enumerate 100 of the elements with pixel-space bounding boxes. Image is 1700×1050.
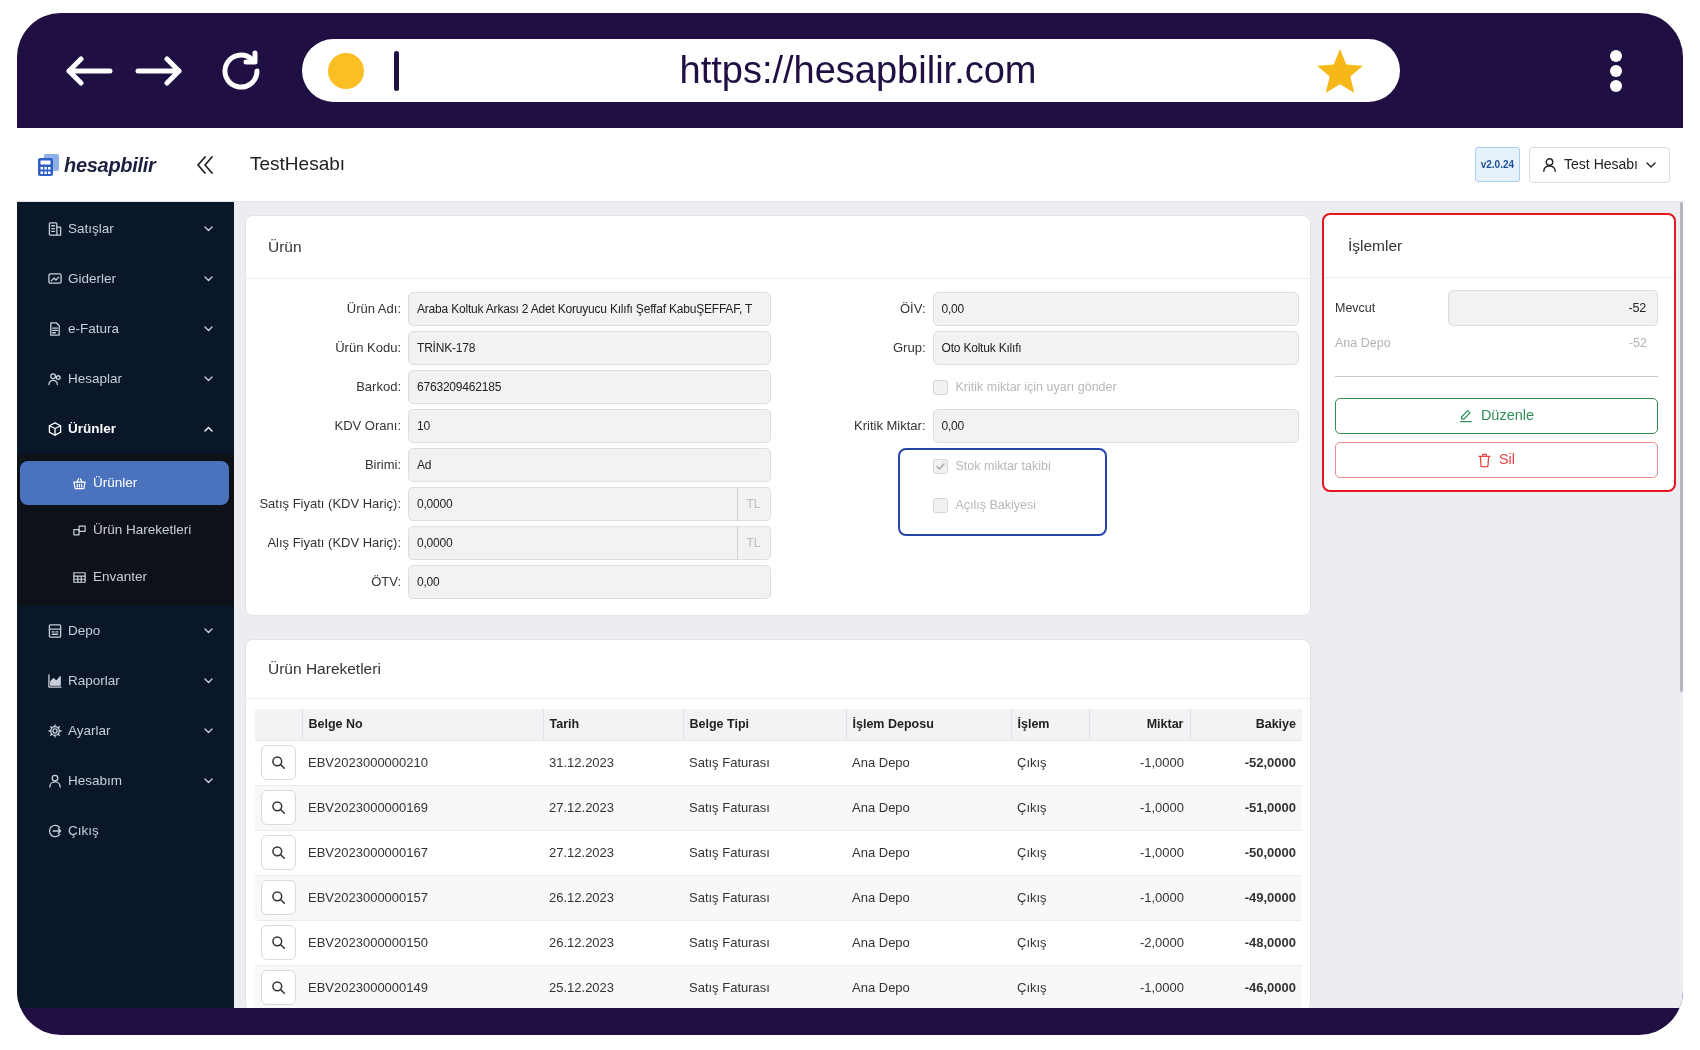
sidebar-item[interactable]: Giderler bbox=[17, 254, 234, 304]
table-cell: 27.12.2023 bbox=[543, 830, 683, 875]
table-cell: Satış Faturası bbox=[683, 920, 846, 965]
chevron-down-icon bbox=[1646, 161, 1656, 168]
user-menu-button[interactable]: Test Hesabı bbox=[1529, 146, 1670, 183]
table-cell: 25.12.2023 bbox=[543, 965, 683, 1008]
field-label: Birimi: bbox=[363, 456, 401, 475]
table-cell: Satış Faturası bbox=[683, 740, 846, 785]
checkbox-label: Açılış Bakiyesi bbox=[955, 496, 1037, 514]
field-label: ÖTV: bbox=[370, 573, 401, 592]
more-menu-icon[interactable] bbox=[1610, 49, 1622, 92]
checkbox-label: Stok miktar takibi bbox=[955, 457, 1051, 475]
page-title: TestHesabı bbox=[250, 152, 346, 177]
sidebar-item[interactable]: Çıkış bbox=[17, 806, 234, 856]
view-button[interactable] bbox=[261, 925, 296, 960]
scrollbar-thumb[interactable] bbox=[1680, 202, 1683, 692]
input-field[interactable]: Ad bbox=[408, 448, 771, 482]
column-header: Belge No bbox=[302, 709, 543, 740]
search-icon bbox=[272, 846, 285, 859]
sidebar-item[interactable]: Hesabım bbox=[17, 756, 234, 806]
version-badge: v2.0.24 bbox=[1474, 147, 1521, 182]
column-header: Tarih bbox=[543, 709, 683, 740]
input-field[interactable]: TRİNK-178 bbox=[408, 331, 771, 365]
table-cell: Ana Depo bbox=[846, 920, 1011, 965]
table-cell: Satış Faturası bbox=[683, 785, 846, 830]
sidebar-item[interactable]: Depo bbox=[17, 606, 234, 656]
address-bar[interactable]: https://hesapbilir.com bbox=[302, 39, 1400, 102]
sidebar-item[interactable]: Raporlar bbox=[17, 656, 234, 706]
table-cell: Ana Depo bbox=[846, 965, 1011, 1008]
sidebar-item[interactable]: Hesaplar bbox=[17, 354, 234, 404]
field-label: Alış Fiyatı (KDV Hariç): bbox=[266, 534, 401, 553]
field-label: ÖİV: bbox=[898, 300, 926, 319]
star-icon[interactable] bbox=[1317, 48, 1363, 93]
view-button[interactable] bbox=[261, 880, 296, 915]
table-cell: EBV2023000000149 bbox=[302, 965, 543, 1008]
view-button[interactable] bbox=[261, 835, 296, 870]
field-label: Kritik Miktar: bbox=[853, 417, 926, 436]
document-icon bbox=[48, 322, 62, 336]
input-field[interactable]: 0,0000 bbox=[408, 526, 738, 560]
view-button[interactable] bbox=[261, 970, 296, 1005]
table-cell: -2,0000 bbox=[1089, 920, 1190, 965]
input-field[interactable]: 6763209462185 bbox=[408, 370, 771, 404]
table-cell: -51,0000 bbox=[1190, 785, 1302, 830]
field-label: Grup: bbox=[892, 339, 926, 358]
back-arrow-icon[interactable] bbox=[65, 55, 113, 86]
input-field[interactable]: -52 bbox=[1448, 290, 1658, 326]
column-header: Belge Tipi bbox=[683, 709, 846, 740]
logo-text: hesapbilir bbox=[64, 152, 156, 178]
view-button[interactable] bbox=[261, 790, 296, 825]
table-cell: -1,0000 bbox=[1089, 785, 1190, 830]
sidebar-item[interactable]: e-Fatura bbox=[17, 304, 234, 354]
field-label: Ürün Kodu: bbox=[334, 339, 401, 358]
card-title: Ürün Hareketleri bbox=[268, 659, 381, 680]
table-icon bbox=[73, 570, 86, 584]
table-cell: -1,0000 bbox=[1089, 740, 1190, 785]
sidebar-item[interactable]: Ayarlar bbox=[17, 706, 234, 756]
submenu-item[interactable]: Ürünler bbox=[20, 461, 229, 505]
forward-arrow-icon[interactable] bbox=[135, 55, 183, 86]
edit-button[interactable]: Düzenle bbox=[1335, 398, 1658, 434]
table-cell: Çıkış bbox=[1011, 965, 1089, 1008]
table-cell: EBV2023000000150 bbox=[302, 920, 543, 965]
sidebar-item[interactable]: Ürünler bbox=[17, 404, 234, 454]
table-cell: EBV2023000000157 bbox=[302, 875, 543, 920]
warehouse-stock: -52 bbox=[1628, 334, 1647, 352]
double-chevron-left-icon[interactable] bbox=[197, 155, 213, 174]
table-cell: Ana Depo bbox=[846, 875, 1011, 920]
table-cell: Ana Depo bbox=[846, 740, 1011, 785]
input-field[interactable]: 10 bbox=[408, 409, 771, 443]
input-field[interactable]: Araba Koltuk Arkası 2 Adet Koruyucu Kılıfı Şeffaf KabuŞEFFAF, T bbox=[408, 292, 771, 326]
text-cursor-icon bbox=[394, 50, 399, 91]
checkmark-icon bbox=[935, 462, 945, 470]
field-label: KDV Oranı: bbox=[333, 417, 401, 436]
submenu-item[interactable]: Ürün Hareketleri bbox=[20, 508, 229, 552]
table-cell: 31.12.2023 bbox=[543, 740, 683, 785]
settings-icon bbox=[48, 724, 62, 738]
input-field[interactable]: Oto Koltuk Kılıfı bbox=[932, 331, 1299, 365]
input-field[interactable]: 0,00 bbox=[932, 292, 1299, 326]
column-header: Bakiye bbox=[1190, 709, 1302, 740]
table-cell: Çıkış bbox=[1011, 785, 1089, 830]
input-field[interactable]: 0,00 bbox=[932, 409, 1299, 443]
search-icon bbox=[272, 936, 285, 949]
table-cell: 26.12.2023 bbox=[543, 920, 683, 965]
input-field[interactable]: 0,00 bbox=[408, 565, 771, 599]
logout-icon bbox=[48, 824, 62, 838]
sidebar-item[interactable]: Satışlar bbox=[17, 204, 234, 254]
register-icon bbox=[48, 624, 62, 638]
person-icon bbox=[48, 774, 62, 788]
dot-icon bbox=[328, 52, 364, 89]
warehouse-name: Ana Depo bbox=[1335, 334, 1391, 352]
table-cell: -1,0000 bbox=[1089, 875, 1190, 920]
submenu-item[interactable]: Envanter bbox=[20, 555, 229, 599]
table-cell: 26.12.2023 bbox=[543, 875, 683, 920]
delete-button[interactable]: Sil bbox=[1335, 442, 1658, 478]
view-button[interactable] bbox=[261, 745, 296, 780]
trash-icon bbox=[1477, 452, 1491, 468]
table-cell: Satış Faturası bbox=[683, 965, 846, 1008]
table-cell: -52,0000 bbox=[1190, 740, 1302, 785]
checkbox-label: Kritik miktar için uyarı gönder bbox=[955, 378, 1117, 396]
table-cell: -50,0000 bbox=[1190, 830, 1302, 875]
input-field[interactable]: 0,0000 bbox=[408, 487, 738, 521]
